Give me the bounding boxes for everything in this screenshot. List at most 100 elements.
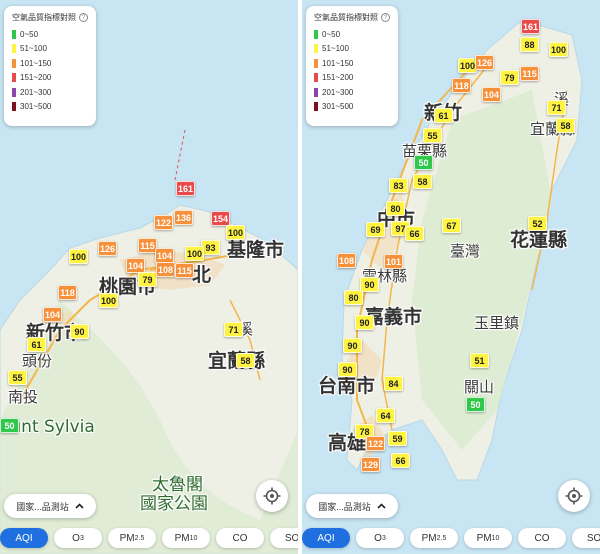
aqi-marker[interactable]: 71 — [224, 322, 243, 337]
tab-so2[interactable]: SO2 — [572, 528, 600, 548]
aqi-marker[interactable]: 71 — [547, 100, 566, 115]
tab-co[interactable]: CO — [518, 528, 566, 548]
place-guanshan: 關山 — [464, 378, 495, 396]
legend-row: 0~50 — [314, 27, 390, 42]
tab-pm25[interactable]: PM 2.5 — [410, 528, 458, 548]
tab-pm10[interactable]: PM 10 — [464, 528, 512, 548]
aqi-marker[interactable]: 104 — [155, 248, 174, 263]
aqi-marker[interactable]: 90 — [70, 324, 89, 339]
aqi-marker[interactable]: 129 — [361, 457, 380, 472]
legend-swatch — [314, 44, 318, 54]
aqi-marker[interactable]: 51 — [470, 353, 489, 368]
aqi-marker[interactable]: 126 — [98, 241, 117, 256]
legend-row: 51~100 — [12, 42, 88, 57]
aqi-marker[interactable]: 115 — [175, 263, 194, 278]
legend-swatch — [12, 87, 16, 97]
locate-button[interactable] — [256, 480, 288, 512]
aqi-marker[interactable]: 154 — [211, 211, 230, 226]
tab-subscript: 3 — [79, 534, 84, 542]
aqi-marker[interactable]: 55 — [423, 128, 442, 143]
aqi-marker[interactable]: 108 — [337, 253, 356, 268]
aqi-marker[interactable]: 50 — [466, 397, 485, 412]
legend-row: 201~300 — [314, 85, 390, 100]
aqi-marker[interactable]: 83 — [389, 178, 408, 193]
tab-label: PM — [119, 532, 135, 544]
aqi-marker[interactable]: 115 — [520, 66, 539, 81]
map-panel-north[interactable]: 基隆市 桃園市 北 新竹市 頭份 ount Sylvia 宜蘭縣 太魯閣 國家公… — [0, 0, 298, 554]
aqi-marker[interactable]: 104 — [126, 258, 145, 273]
aqi-marker[interactable]: 104 — [43, 307, 62, 322]
aqi-marker[interactable]: 61 — [434, 108, 453, 123]
tab-so2[interactable]: SO2 — [270, 528, 298, 548]
aqi-marker[interactable]: 66 — [391, 453, 410, 468]
aqi-marker[interactable]: 80 — [386, 201, 405, 216]
aqi-marker[interactable]: 79 — [500, 70, 519, 85]
station-selector[interactable]: 國家...品測站 — [306, 494, 398, 518]
tab-label: AQI — [317, 532, 335, 544]
aqi-marker[interactable]: 122 — [366, 436, 385, 451]
aqi-marker[interactable]: 126 — [475, 55, 494, 70]
aqi-marker[interactable]: 64 — [376, 408, 395, 423]
tab-label: O — [72, 532, 80, 544]
locate-button[interactable] — [558, 480, 590, 512]
tab-subscript: 10 — [189, 534, 198, 542]
tab-pm10[interactable]: PM 10 — [162, 528, 210, 548]
tab-subscript: 10 — [491, 534, 500, 542]
tab-aqi[interactable]: AQI — [302, 528, 350, 548]
aqi-marker[interactable]: 90 — [355, 315, 374, 330]
help-icon[interactable]: ? — [381, 13, 390, 22]
aqi-marker[interactable]: 100 — [69, 249, 88, 264]
tab-label: AQI — [15, 532, 33, 544]
aqi-marker[interactable]: 90 — [360, 277, 379, 292]
aqi-marker[interactable]: 90 — [338, 362, 357, 377]
tab-pm25[interactable]: PM 2.5 — [108, 528, 156, 548]
legend-row: 151~200 — [12, 71, 88, 86]
tab-subscript: 3 — [381, 534, 386, 542]
legend-row: 51~100 — [314, 42, 390, 57]
legend-swatch — [314, 73, 318, 83]
aqi-marker[interactable]: 104 — [482, 87, 501, 102]
help-icon[interactable]: ? — [79, 13, 88, 22]
tab-co[interactable]: CO — [216, 528, 264, 548]
legend-label: 151~200 — [20, 73, 52, 83]
aqi-marker[interactable]: 118 — [452, 78, 471, 93]
aqi-marker[interactable]: 55 — [8, 370, 27, 385]
aqi-marker[interactable]: 100 — [185, 246, 204, 261]
aqi-marker[interactable]: 67 — [442, 218, 461, 233]
aqi-marker[interactable]: 100 — [549, 42, 568, 57]
aqi-marker[interactable]: 58 — [413, 174, 432, 189]
legend-label: 151~200 — [322, 73, 354, 83]
aqi-marker[interactable]: 69 — [366, 222, 385, 237]
aqi-marker[interactable]: 90 — [343, 338, 362, 353]
aqi-marker[interactable]: 101 — [384, 254, 403, 269]
map-panel-taiwan[interactable]: 新竹 苗栗縣 中市 臺灣 花蓮縣 雲林縣 嘉義市 玉里鎮 台南市 高雄 關山 宜… — [302, 0, 600, 554]
aqi-marker[interactable]: 58 — [236, 353, 255, 368]
tab-aqi[interactable]: AQI — [0, 528, 48, 548]
aqi-marker[interactable]: 88 — [520, 37, 539, 52]
aqi-marker[interactable]: 66 — [405, 226, 424, 241]
aqi-marker[interactable]: 136 — [174, 210, 193, 225]
aqi-marker[interactable]: 50 — [0, 418, 19, 433]
aqi-marker[interactable]: 100 — [99, 293, 118, 308]
aqi-marker[interactable]: 100 — [226, 225, 245, 240]
station-selector[interactable]: 國家...品測站 — [4, 494, 96, 518]
aqi-marker[interactable]: 84 — [384, 376, 403, 391]
place-nantou: 臺灣 — [450, 242, 481, 260]
aqi-marker[interactable]: 122 — [154, 215, 173, 230]
tab-o3[interactable]: O3 — [356, 528, 404, 548]
aqi-marker[interactable]: 161 — [521, 19, 540, 34]
tab-subscript: 2.5 — [134, 534, 145, 542]
legend-title: 空氣品質指標對照 — [12, 13, 76, 22]
aqi-marker[interactable]: 50 — [414, 155, 433, 170]
tab-o3[interactable]: O3 — [54, 528, 102, 548]
aqi-marker[interactable]: 52 — [528, 216, 547, 231]
aqi-marker[interactable]: 108 — [156, 262, 175, 277]
aqi-marker[interactable]: 58 — [556, 118, 575, 133]
aqi-marker[interactable]: 161 — [176, 181, 195, 196]
aqi-marker[interactable]: 118 — [58, 285, 77, 300]
place-taroko-2: 國家公園 — [140, 494, 208, 514]
aqi-marker[interactable]: 79 — [138, 272, 157, 287]
aqi-marker[interactable]: 80 — [344, 290, 363, 305]
aqi-marker[interactable]: 59 — [388, 431, 407, 446]
aqi-marker[interactable]: 61 — [27, 337, 46, 352]
